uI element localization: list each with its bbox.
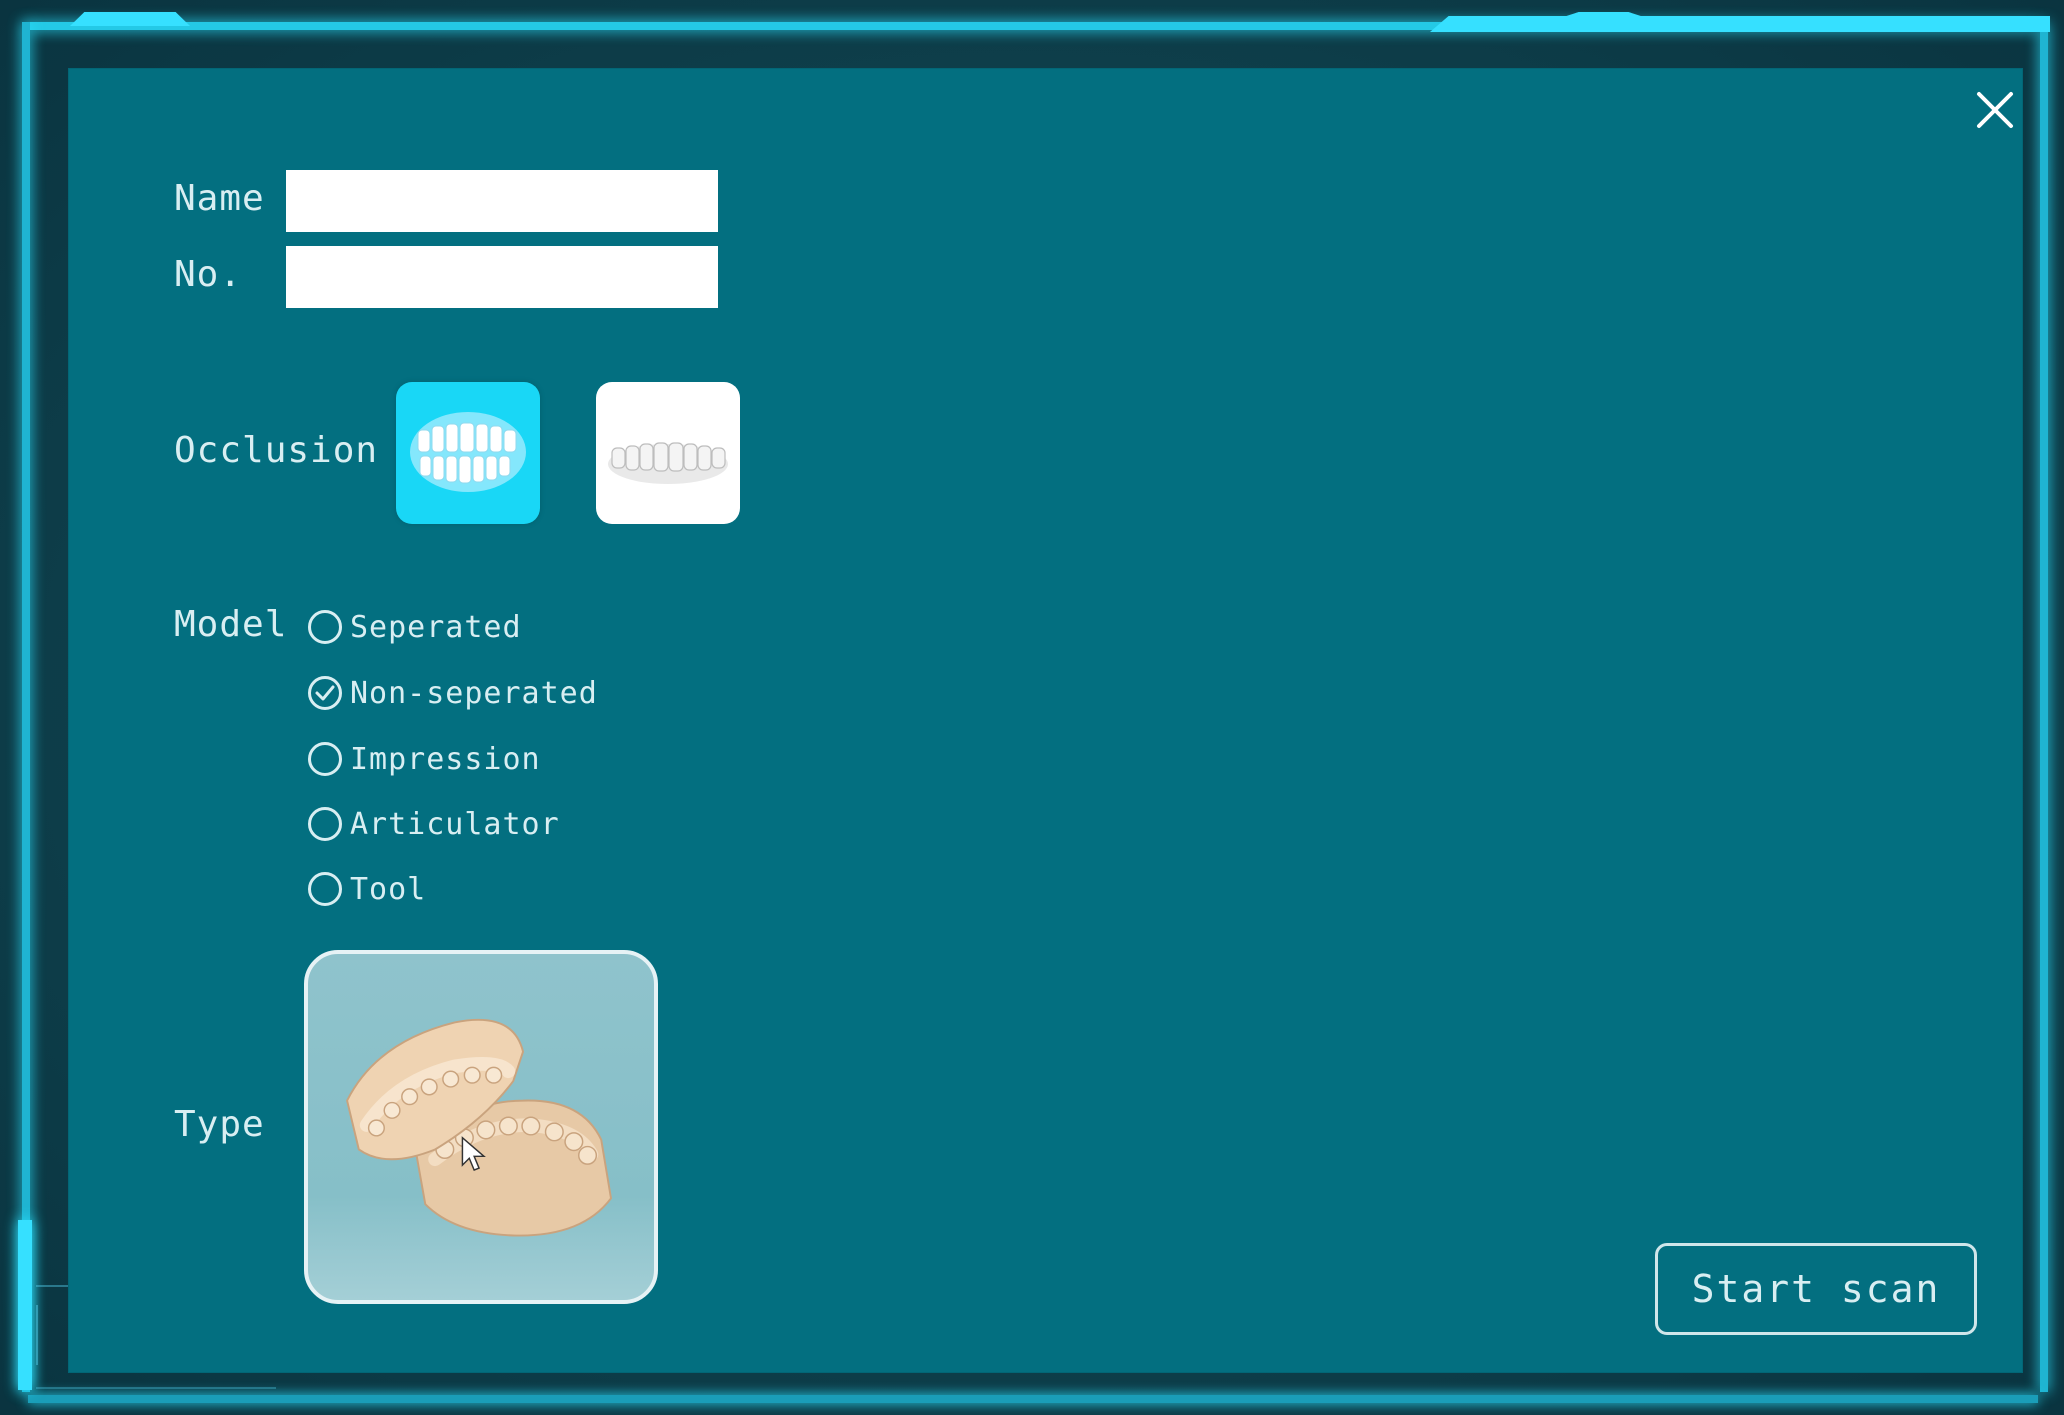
model-option-impression[interactable]: Impression (308, 738, 541, 780)
number-input[interactable] (286, 246, 718, 308)
model-label: Model (174, 604, 288, 645)
occlusion-option-full-arch[interactable] (396, 382, 540, 524)
type-card[interactable] (304, 950, 658, 1304)
frame-corner-top-right (1430, 12, 2050, 32)
scan-setup-dialog: Name No. Occlusion Model Seperated Non-s… (68, 68, 2023, 1373)
radio-checked-icon (308, 676, 342, 710)
frame-right-border (2040, 22, 2048, 1392)
close-button[interactable] (1963, 78, 2027, 142)
number-label: No. (174, 254, 243, 295)
occlusion-label: Occlusion (174, 430, 379, 471)
radio-unchecked-icon (308, 807, 342, 841)
model-option-non-seperated[interactable]: Non-seperated (308, 672, 598, 714)
model-option-label: Non-seperated (350, 675, 598, 711)
name-label: Name (174, 178, 265, 219)
model-option-tool[interactable]: Tool (308, 868, 426, 910)
full-arch-teeth-icon (410, 412, 526, 492)
model-option-label: Tool (350, 871, 427, 907)
frame-corner-bottom-left (18, 1220, 32, 1390)
frame-corner-top-left (70, 12, 190, 26)
frame-bottom-border (28, 1395, 2038, 1403)
model-option-articulator[interactable]: Articulator (308, 803, 560, 845)
dental-model-image (346, 1018, 613, 1237)
name-input[interactable] (286, 170, 718, 232)
start-scan-button[interactable]: Start scan (1655, 1243, 1977, 1335)
type-label: Type (174, 1104, 265, 1145)
radio-unchecked-icon (308, 610, 342, 644)
single-arch-teeth-icon (608, 442, 728, 484)
model-option-label: Seperated (350, 609, 522, 645)
frame-left-border (22, 22, 30, 1392)
radio-unchecked-icon (308, 742, 342, 776)
model-option-seperated[interactable]: Seperated (308, 606, 522, 648)
model-option-label: Articulator (350, 806, 560, 842)
occlusion-option-single-arch[interactable] (596, 382, 740, 524)
screen: Name No. Occlusion Model Seperated Non-s… (0, 0, 2064, 1415)
close-icon (1977, 92, 2013, 128)
radio-unchecked-icon (308, 872, 342, 906)
model-option-label: Impression (350, 741, 541, 777)
